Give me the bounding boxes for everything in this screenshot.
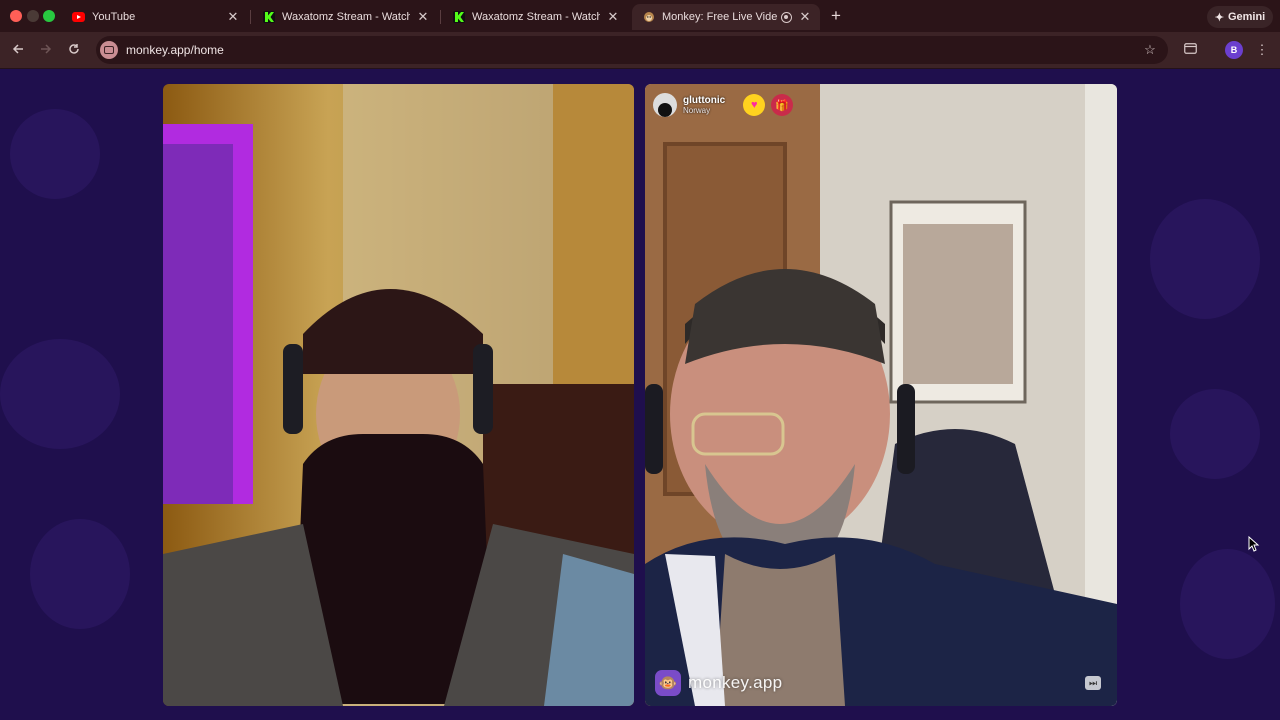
monkey-logo-icon: 🐵 (655, 670, 681, 696)
monkey-app-page: gluttonic Norway ♥ 🎁 🐵 monkey.app ⏭ (0, 69, 1280, 720)
tab-title: YouTube (92, 11, 136, 23)
tab-youtube[interactable]: YouTube ✕ (62, 4, 248, 30)
remote-video: gluttonic Norway ♥ 🎁 🐵 monkey.app ⏭ (645, 84, 1117, 706)
skip-icon[interactable]: ⏭ (1085, 676, 1101, 690)
gemini-button[interactable]: ✦ Gemini (1207, 6, 1273, 28)
tab-monkey[interactable]: Monkey: Free Live Video Chat ✕ (632, 4, 820, 30)
url-text: monkey.app/home (126, 43, 224, 57)
brand-text: monkey.app (688, 673, 783, 692)
profile-avatar[interactable]: B (1225, 41, 1243, 59)
menu-kebab-icon[interactable]: ⋮ (1252, 40, 1272, 60)
tab-waxatomz-1[interactable]: Waxatomz Stream - Watch Live ✕ (252, 4, 438, 30)
background-blob (1180, 549, 1275, 659)
minimize-window-button[interactable] (27, 10, 39, 22)
recording-icon (781, 11, 792, 23)
gift-badge-icon[interactable]: 🎁 (771, 94, 794, 116)
tab-title: Monkey: Free Live Video Chat (662, 11, 777, 23)
tab-strip: YouTube ✕ Waxatomz Stream - Watch Live ✕… (0, 0, 1280, 32)
kick-icon (262, 11, 275, 24)
local-video (163, 84, 634, 706)
username: gluttonic (683, 95, 726, 106)
maximize-window-button[interactable] (43, 10, 55, 22)
heart-badge-icon[interactable]: ♥ (743, 94, 766, 116)
tab-divider (440, 10, 441, 24)
remote-user-info: gluttonic Norway ♥ 🎁 (653, 92, 794, 118)
address-bar[interactable]: monkey.app/home (96, 36, 1168, 64)
remote-video-frame (645, 84, 1117, 706)
avatar[interactable] (653, 93, 677, 117)
tab-waxatomz-2[interactable]: Waxatomz Stream - Watch Live ✕ (442, 4, 628, 30)
background-blob (1170, 389, 1260, 479)
tab-title: Waxatomz Stream - Watch Live (282, 11, 410, 23)
tab-divider (250, 10, 251, 24)
youtube-icon (72, 11, 85, 24)
reload-icon[interactable] (64, 40, 84, 60)
close-icon[interactable]: ✕ (416, 9, 430, 25)
monkey-icon (642, 11, 655, 24)
gemini-label: Gemini (1227, 11, 1266, 23)
background-blob (0, 339, 120, 449)
monkey-watermark: 🐵 monkey.app (655, 670, 782, 696)
background-blob (10, 109, 100, 199)
local-video-frame (163, 84, 634, 706)
tab-search-icon[interactable] (1180, 40, 1200, 60)
close-icon[interactable]: ✕ (226, 9, 240, 25)
browser-toolbar: monkey.app/home ☆ ⋮ (0, 32, 1280, 69)
kick-icon (452, 11, 465, 24)
sparkle-icon: ✦ (1214, 11, 1224, 24)
new-tab-button[interactable]: + (826, 6, 846, 26)
background-blob (1150, 199, 1260, 319)
close-window-button[interactable] (10, 10, 22, 22)
bookmark-star-icon[interactable]: ☆ (1140, 40, 1160, 60)
forward-arrow-icon[interactable] (36, 40, 56, 60)
user-country: Norway (683, 106, 711, 115)
close-icon[interactable]: ✕ (798, 9, 812, 25)
close-icon[interactable]: ✕ (606, 9, 620, 25)
mouse-cursor-icon (1248, 535, 1260, 557)
tab-title: Waxatomz Stream - Watch Live (472, 11, 600, 23)
background-blob (30, 519, 130, 629)
site-info-icon[interactable] (100, 41, 118, 59)
back-arrow-icon[interactable] (8, 40, 28, 60)
